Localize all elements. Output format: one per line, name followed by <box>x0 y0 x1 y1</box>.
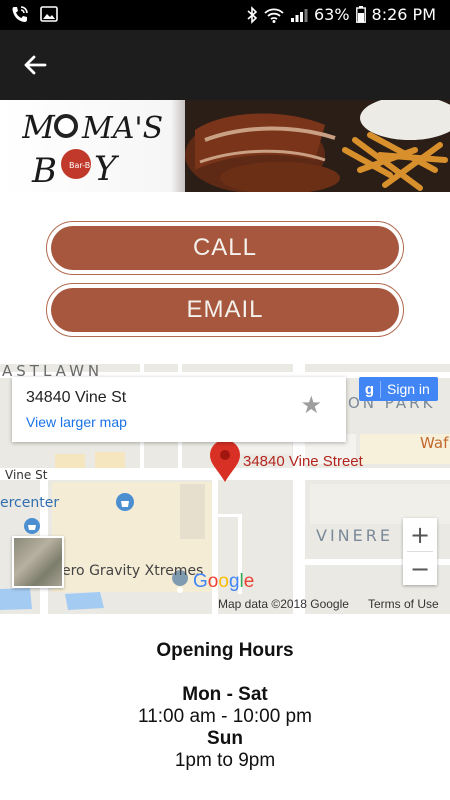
opening-hours-title: Opening Hours <box>156 640 294 661</box>
restaurant-banner: M MA'S B Bar-B-Q Y <box>0 100 450 192</box>
svg-text:B: B <box>31 151 57 188</box>
hours-time-sunday: 1pm to 9pm <box>174 750 276 771</box>
svg-text:M: M <box>22 108 56 146</box>
battery-percent: 63% <box>313 5 350 24</box>
back-arrow-icon[interactable] <box>18 48 52 82</box>
map-label-waf: Waf <box>420 434 449 452</box>
email-button-label: EMAIL <box>51 288 399 332</box>
zoom-controls: + − <box>403 518 437 585</box>
google-g-icon: g <box>359 380 381 398</box>
google-sign-in-button[interactable]: g Sign in <box>359 377 438 401</box>
map-card-address: 34840 Vine St <box>26 389 127 406</box>
bluetooth-icon <box>246 5 258 24</box>
sign-in-label: Sign in <box>387 381 430 397</box>
gallery-icon <box>40 6 58 22</box>
email-button[interactable]: EMAIL <box>46 283 404 337</box>
signal-icon <box>290 7 308 23</box>
restaurant-logo: M MA'S B Bar-B-Q Y <box>22 108 162 188</box>
map-pin-label: 34840 Vine Street <box>243 453 363 470</box>
battery-icon <box>355 6 366 23</box>
map-attribution: Map data ©2018 Google <box>218 597 349 611</box>
map-view[interactable]: ASTLAWN Vine St ercenter ero Gravity Xtr… <box>0 364 450 614</box>
zoom-in-icon[interactable]: + <box>403 518 437 551</box>
svg-text:MA'S: MA'S <box>81 111 162 146</box>
app-bar <box>0 30 450 100</box>
ribs-photo <box>185 100 450 192</box>
status-bar: 63% 8:26 PM <box>0 0 450 30</box>
map-label-vine-st: Vine St <box>5 468 48 482</box>
hours-days-weekday: Mon - Sat <box>182 684 268 705</box>
wifi-icon <box>264 7 284 23</box>
star-icon[interactable]: ★ <box>300 391 322 420</box>
map-label-gravity: ero Gravity Xtremes <box>62 563 204 579</box>
map-label-vinere: VINERE <box>316 526 393 545</box>
hours-time-weekday: 11:00 am - 10:00 pm <box>138 706 312 727</box>
call-button-label: CALL <box>51 226 399 270</box>
street-view-thumbnail[interactable] <box>12 536 64 588</box>
hours-days-sunday: Sun <box>207 728 243 749</box>
call-button[interactable]: CALL <box>46 221 404 275</box>
svg-text:Y: Y <box>94 149 120 188</box>
view-larger-map-link[interactable]: View larger map <box>26 414 127 430</box>
terms-of-use-link[interactable]: Terms of Use <box>368 597 439 611</box>
opening-hours: Opening Hours Mon - Sat 11:00 am - 10:00… <box>0 640 450 772</box>
map-label-ercenter: ercenter <box>0 495 60 511</box>
zoom-out-icon[interactable]: − <box>403 552 437 585</box>
google-logo: Google <box>193 571 255 592</box>
clock: 8:26 PM <box>371 5 436 24</box>
map-info-card: 34840 Vine St View larger map ★ <box>12 377 346 442</box>
call-status-icon <box>10 5 30 23</box>
